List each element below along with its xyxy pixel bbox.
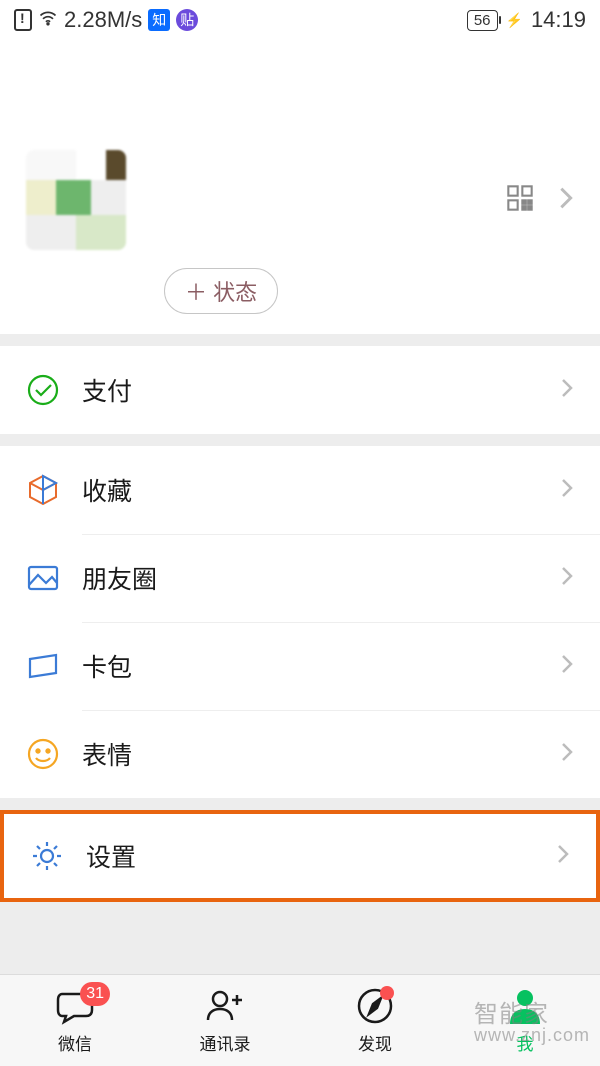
compass-icon <box>354 986 396 1026</box>
charging-icon: ⚡ <box>506 12 523 29</box>
qr-code-icon[interactable] <box>506 184 534 217</box>
chevron-right-icon <box>558 184 574 217</box>
tab-discover[interactable]: 发现 <box>300 975 450 1066</box>
menu-label: 卡包 <box>82 648 132 684</box>
menu-label: 朋友圈 <box>82 560 157 596</box>
tie-badge-icon: 贴 <box>176 9 198 31</box>
section-gap <box>0 434 600 446</box>
tab-me[interactable]: 我 <box>450 975 600 1066</box>
menu-label: 表情 <box>82 736 132 772</box>
gear-icon <box>30 839 64 873</box>
avatar[interactable] <box>26 150 126 250</box>
chevron-right-icon <box>556 842 570 871</box>
chevron-right-icon <box>560 740 574 769</box>
sim-alert-icon <box>14 9 32 31</box>
discover-dot <box>380 986 394 1000</box>
chevron-right-icon <box>560 652 574 681</box>
menu-label: 支付 <box>82 372 132 408</box>
status-button[interactable]: ＋ 状态 <box>164 268 278 314</box>
tab-label: 我 <box>517 1030 534 1055</box>
clock: 14:19 <box>531 7 586 33</box>
chat-icon: 31 <box>54 986 96 1026</box>
section-gap <box>0 334 600 346</box>
qr-chevron-area <box>506 184 574 217</box>
menu-item-moments[interactable]: 朋友圈 <box>0 534 600 622</box>
chevron-right-icon <box>560 376 574 405</box>
tab-label: 通讯录 <box>200 1030 251 1055</box>
menu-group-pay: 支付 <box>0 346 600 434</box>
tab-label: 微信 <box>58 1030 92 1055</box>
status-button-label: ＋ 状态 <box>185 275 257 307</box>
chevron-right-icon <box>560 564 574 593</box>
menu-item-favorites[interactable]: 收藏 <box>0 446 600 534</box>
status-right: 56 ⚡ 14:19 <box>467 7 586 33</box>
menu-item-cards[interactable]: 卡包 <box>0 622 600 710</box>
image-icon <box>26 561 60 595</box>
status-left: 2.28M/s 知 贴 <box>14 7 198 33</box>
menu-group-main: 收藏 朋友圈 卡包 <box>0 446 600 798</box>
menu-group-settings-highlighted: 设置 <box>0 810 600 902</box>
wifi-icon <box>38 8 58 33</box>
person-icon <box>504 986 546 1026</box>
profile-row <box>26 150 574 250</box>
menu-label: 收藏 <box>82 472 132 508</box>
contacts-icon <box>204 986 246 1026</box>
profile-section[interactable]: ＋ 状态 <box>0 40 600 334</box>
tab-bar: 31 微信 通讯录 发现 我 <box>0 974 600 1066</box>
emoji-icon <box>26 737 60 771</box>
menu-item-settings[interactable]: 设置 <box>4 814 596 898</box>
menu-item-emoji[interactable]: 表情 <box>0 710 600 798</box>
battery-icon: 56 <box>467 10 498 31</box>
cube-icon <box>26 473 60 507</box>
chats-badge: 31 <box>80 982 110 1006</box>
net-speed: 2.28M/s <box>64 7 142 33</box>
tab-chats[interactable]: 31 微信 <box>0 975 150 1066</box>
menu-item-pay[interactable]: 支付 <box>0 346 600 434</box>
status-bar: 2.28M/s 知 贴 56 ⚡ 14:19 <box>0 0 600 40</box>
zhi-badge-icon: 知 <box>148 9 170 31</box>
pay-icon <box>26 373 60 407</box>
section-gap <box>0 798 600 810</box>
menu-label: 设置 <box>86 838 136 874</box>
tab-contacts[interactable]: 通讯录 <box>150 975 300 1066</box>
card-icon <box>26 649 60 683</box>
chevron-right-icon <box>560 476 574 505</box>
tab-label: 发现 <box>358 1030 392 1055</box>
